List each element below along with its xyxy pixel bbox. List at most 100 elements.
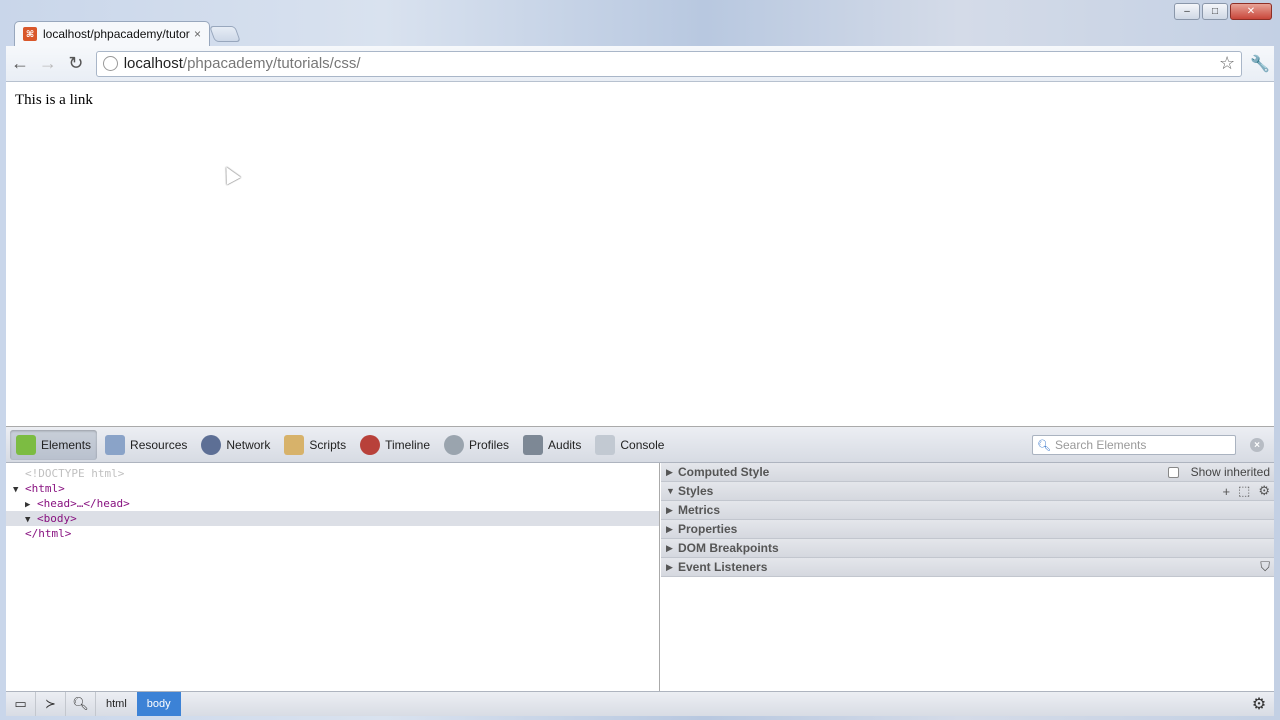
inspect-icon[interactable]: 🔍︎ bbox=[66, 692, 96, 716]
window-titlebar: – □ ✕ ⌘ localhost/phpacademy/tutorials/c… bbox=[0, 0, 1280, 46]
search-elements-field[interactable]: 🔍︎ bbox=[1032, 435, 1236, 455]
tab-label: Resources bbox=[130, 437, 188, 452]
tab-elements[interactable]: Elements bbox=[10, 429, 98, 460]
settings-gear-icon[interactable]: ⚙ bbox=[1244, 694, 1274, 714]
devtools-statusbar: ▭ ≻ 🔍︎ html body ⚙ bbox=[6, 691, 1274, 716]
close-window-button[interactable]: ✕ bbox=[1230, 3, 1272, 20]
show-inherited-label: Show inherited bbox=[1190, 465, 1270, 479]
tab-title: localhost/phpacademy/tutorials/css/ bbox=[43, 27, 190, 41]
timeline-icon bbox=[360, 434, 381, 455]
search-input[interactable] bbox=[1054, 438, 1235, 452]
mouse-cursor-icon bbox=[219, 163, 241, 185]
body-open-tag: <body> bbox=[37, 512, 77, 525]
url-path: /phpacademy/tutorials/css/ bbox=[182, 55, 361, 72]
dom-node[interactable]: <!DOCTYPE html> bbox=[6, 466, 659, 481]
wrench-icon[interactable]: 🔧 bbox=[1246, 50, 1274, 78]
star-icon[interactable]: ☆ bbox=[1219, 53, 1235, 74]
event-listeners-section[interactable]: ▶ Event Listeners ⛉ bbox=[661, 558, 1274, 577]
favicon-icon: ⌘ bbox=[23, 27, 37, 41]
collapse-triangle-icon: ▶ bbox=[666, 523, 673, 534]
tab-label: Network bbox=[226, 437, 271, 452]
add-rule-icon[interactable]: + bbox=[1222, 484, 1230, 499]
show-inherited-checkbox[interactable] bbox=[1167, 466, 1179, 478]
tab-label: Console bbox=[620, 437, 665, 452]
page-viewport: This is a link bbox=[6, 82, 1274, 426]
dom-node[interactable]: ▶ <head>…</head> bbox=[6, 496, 659, 511]
collapse-triangle-icon: ▶ bbox=[666, 504, 673, 515]
minimize-button[interactable]: – bbox=[1174, 3, 1200, 20]
properties-section[interactable]: ▶ Properties bbox=[661, 520, 1274, 539]
resources-icon bbox=[105, 434, 126, 455]
new-tab-button[interactable] bbox=[209, 26, 241, 42]
url-host: localhost bbox=[123, 55, 183, 72]
tab-label: Audits bbox=[548, 437, 582, 452]
tab-label: Scripts bbox=[309, 437, 347, 452]
dock-icon[interactable]: ▭ bbox=[6, 692, 36, 716]
window-controls: – □ ✕ bbox=[1174, 3, 1272, 20]
tab-close-icon[interactable]: × bbox=[194, 27, 201, 41]
devtools-toolbar: Elements Resources Network Scripts Timel… bbox=[6, 427, 1274, 463]
devtools-body: <!DOCTYPE html> ▼ <html> ▶ <head>…</head> … bbox=[6, 463, 1274, 692]
section-title: Computed Style bbox=[678, 465, 770, 479]
tab-timeline[interactable]: Timeline bbox=[354, 430, 436, 460]
dom-tree: <!DOCTYPE html> ▼ <html> ▶ <head>…</head> … bbox=[6, 463, 660, 692]
html-close-tag: </html> bbox=[25, 527, 72, 540]
breadcrumb-html[interactable]: html bbox=[96, 692, 137, 716]
section-title: Properties bbox=[678, 522, 738, 536]
dom-node[interactable]: ▼ <html> bbox=[6, 481, 659, 496]
show-inherited-control: Show inherited bbox=[1167, 465, 1270, 479]
section-title: Styles bbox=[678, 484, 714, 498]
head-tag: <head>…</head> bbox=[37, 497, 130, 510]
tab-profiles[interactable]: Profiles bbox=[438, 430, 515, 460]
section-title: Event Listeners bbox=[678, 560, 768, 574]
tab-resources[interactable]: Resources bbox=[99, 430, 193, 460]
doctype-text: <!DOCTYPE html> bbox=[25, 467, 125, 480]
dom-breakpoints-section[interactable]: ▶ DOM Breakpoints bbox=[661, 539, 1274, 558]
globe-icon bbox=[102, 56, 118, 71]
expand-triangle-icon: ▼ bbox=[666, 486, 675, 496]
dom-node-selected[interactable]: ▼ <body> bbox=[6, 511, 659, 526]
dom-node[interactable]: </html> bbox=[6, 526, 659, 541]
tab-scripts[interactable]: Scripts bbox=[278, 430, 352, 460]
html-open-tag: <html> bbox=[25, 482, 65, 495]
tab-console[interactable]: Console bbox=[589, 430, 670, 460]
styles-section[interactable]: ▼ Styles + ⬚ ⚙ bbox=[661, 482, 1274, 501]
search-icon: 🔍︎ bbox=[1037, 439, 1051, 452]
audits-icon bbox=[523, 434, 544, 455]
forward-icon[interactable]: → bbox=[34, 50, 62, 78]
collapse-triangle-icon: ▶ bbox=[666, 466, 673, 477]
tab-label: Elements bbox=[41, 437, 92, 452]
tab-label: Profiles bbox=[469, 437, 510, 452]
network-icon bbox=[201, 434, 222, 455]
collapse-triangle-icon: ▶ bbox=[666, 561, 673, 572]
profiles-icon bbox=[444, 434, 464, 455]
close-devtools-icon[interactable]: × bbox=[1250, 438, 1264, 452]
element-state-icon[interactable]: ⬚ bbox=[1238, 483, 1250, 499]
event-listeners-actions: ⛉ bbox=[1260, 559, 1270, 575]
back-icon[interactable]: ← bbox=[6, 50, 34, 78]
sidebar-panes: ▶ Computed Style Show inherited ▼ Styles… bbox=[661, 463, 1274, 692]
page-link[interactable]: This is a link bbox=[15, 92, 93, 109]
console-drawer-icon[interactable]: ≻ bbox=[36, 692, 66, 716]
reload-icon[interactable]: ↻ bbox=[62, 50, 90, 78]
breadcrumb-body[interactable]: body bbox=[136, 692, 181, 716]
tab-audits[interactable]: Audits bbox=[517, 430, 587, 460]
filter-icon[interactable]: ⛉ bbox=[1260, 559, 1270, 575]
console-icon bbox=[595, 434, 616, 455]
tab-label: Timeline bbox=[385, 437, 430, 452]
styles-actions: + ⬚ ⚙ bbox=[1222, 483, 1270, 499]
address-bar[interactable]: localhost/phpacademy/tutorials/css/ ☆ bbox=[95, 50, 1243, 77]
browser-toolbar: ← → ↻ localhost/phpacademy/tutorials/css… bbox=[6, 46, 1274, 82]
maximize-button[interactable]: □ bbox=[1202, 3, 1228, 20]
scripts-icon bbox=[284, 434, 305, 455]
collapse-triangle-icon: ▶ bbox=[666, 542, 673, 553]
devtools-panel: Elements Resources Network Scripts Timel… bbox=[6, 426, 1274, 716]
tab-network[interactable]: Network bbox=[195, 430, 276, 460]
section-title: Metrics bbox=[678, 503, 721, 517]
elements-icon bbox=[16, 434, 36, 455]
browser-tab[interactable]: ⌘ localhost/phpacademy/tutorials/css/ × bbox=[14, 21, 210, 46]
metrics-section[interactable]: ▶ Metrics bbox=[661, 501, 1274, 520]
section-title: DOM Breakpoints bbox=[678, 541, 779, 555]
gear-icon[interactable]: ⚙ bbox=[1258, 483, 1270, 499]
computed-style-section[interactable]: ▶ Computed Style Show inherited bbox=[661, 463, 1274, 482]
